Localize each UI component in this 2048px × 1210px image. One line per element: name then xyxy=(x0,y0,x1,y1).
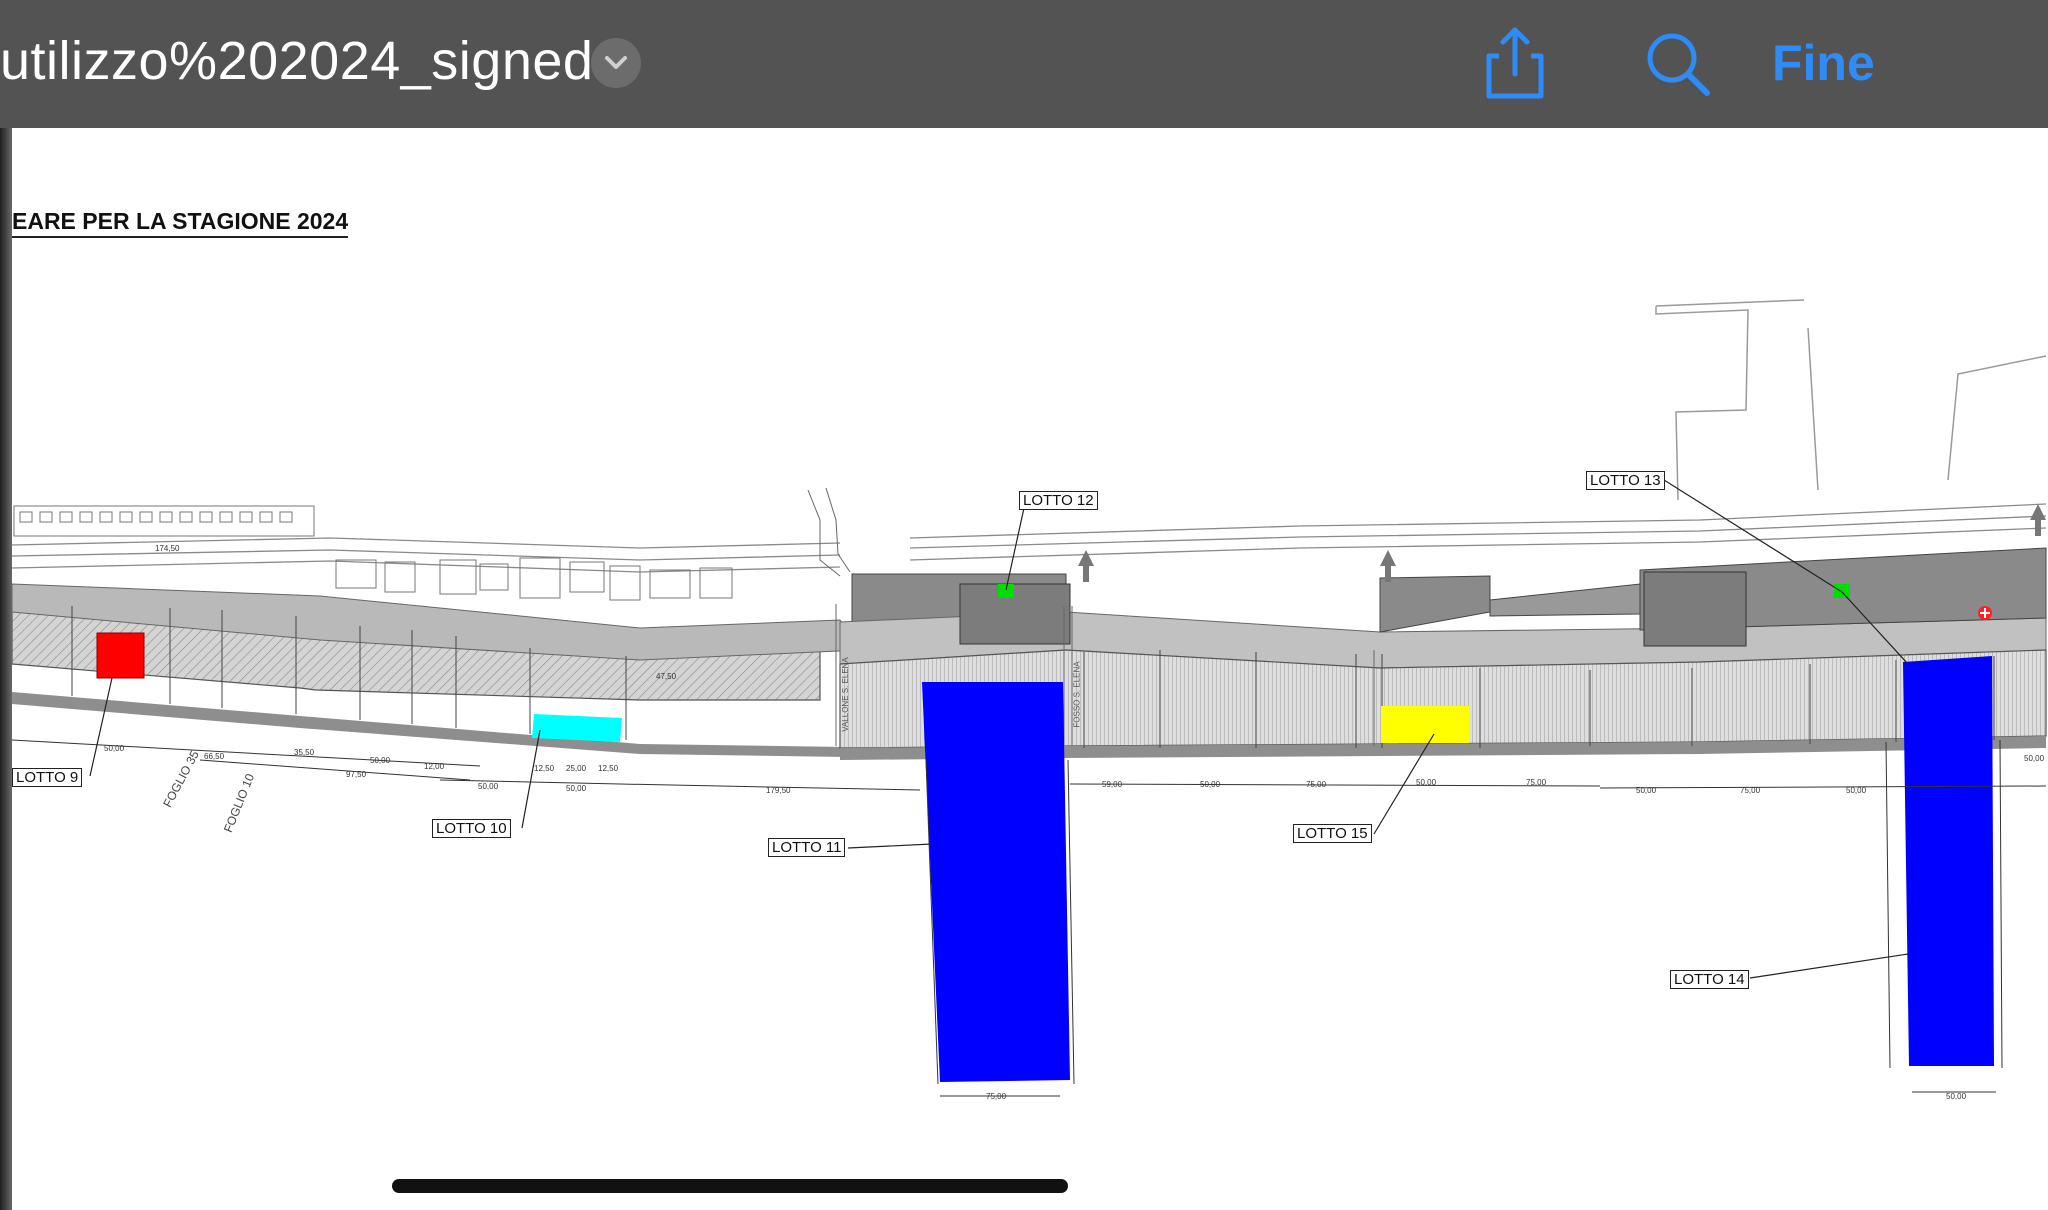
top-toolbar: utilizzo%202024_signed Fine xyxy=(0,0,2048,128)
lot-10-highlight xyxy=(532,714,622,742)
dimension-label: 59,00 xyxy=(1102,780,1123,789)
lot-13-marker xyxy=(1834,584,1850,598)
dark-block-right-1 xyxy=(1379,575,1491,633)
dark-block-right-4 xyxy=(1643,571,1747,647)
houses-top-left xyxy=(13,505,733,601)
dimension-label: 25,00 xyxy=(566,764,587,773)
dark-block-right-2 xyxy=(1489,583,1641,617)
site-plan-drawing xyxy=(12,299,2047,1097)
dark-block-center-2 xyxy=(959,583,1071,645)
title-menu-button[interactable] xyxy=(591,38,641,88)
dimension-label: 47,50 xyxy=(656,672,677,681)
dimension-label: 12,50 xyxy=(598,764,619,773)
page-edge-shadow xyxy=(0,128,12,1210)
dimension-label: 50,00 xyxy=(1200,780,1221,789)
dimension-label: 50,00 xyxy=(566,784,587,793)
lot-label-9: LOTTO 9 xyxy=(12,768,83,787)
lot-12-marker xyxy=(998,584,1014,598)
lot-label-13: LOTTO 13 xyxy=(1586,471,1665,490)
dimension-label: 97,50 xyxy=(346,770,367,779)
lot-label-11: LOTTO 11 xyxy=(768,838,846,857)
dimension-label: 174,50 xyxy=(155,544,180,553)
lot-label-15: LOTTO 15 xyxy=(1293,824,1372,843)
dimension-label: 75,00 xyxy=(1740,786,1761,795)
dimension-label: 50,00 xyxy=(1846,786,1867,795)
lot-14-highlight xyxy=(1903,656,1994,1066)
building-outlines xyxy=(1655,299,2047,501)
dimension-label: 50,00 xyxy=(2024,754,2045,763)
dimension-label: 50,00 xyxy=(104,744,125,753)
share-icon xyxy=(1486,27,1544,99)
dimension-label: 75,00 xyxy=(1306,780,1327,789)
search-button[interactable] xyxy=(1645,31,1711,102)
lot-label-14: LOTTO 14 xyxy=(1670,970,1749,989)
share-button[interactable] xyxy=(1485,26,1545,105)
done-button[interactable]: Fine xyxy=(1772,34,1875,92)
dimension-label: 50,00 xyxy=(370,756,391,765)
shore-band-left xyxy=(12,692,920,758)
home-indicator[interactable] xyxy=(392,1179,1068,1193)
road-lines xyxy=(12,503,2047,573)
dimension-label: 50,00 xyxy=(1636,786,1657,795)
dimension-label: 50,00 xyxy=(1946,1092,1967,1101)
plan-label-fosso: FOSSO S. ELENA xyxy=(1072,661,1082,728)
dimension-label: 12,50 xyxy=(534,764,555,773)
lot-label-12: LOTTO 12 xyxy=(1019,491,1098,510)
dimension-label: 35,50 xyxy=(294,748,315,757)
dimension-label: 50,00 xyxy=(478,782,499,791)
dimension-label: 66,50 xyxy=(204,752,225,761)
plan-label-vallone: VALLONE S. ELENA xyxy=(840,657,850,732)
first-aid-icon xyxy=(1978,606,1992,620)
dimension-label: 75,00 xyxy=(1526,778,1547,787)
dimension-label: 50,00 xyxy=(1416,778,1437,787)
chevron-down-icon xyxy=(605,56,627,69)
dimension-label: 12,00 xyxy=(424,762,445,771)
search-icon xyxy=(1647,33,1710,96)
dimension-label: 179,50 xyxy=(766,786,791,795)
lot-9-highlight xyxy=(96,632,145,679)
dimension-label: 75,00 xyxy=(986,1092,1007,1101)
document-title[interactable]: utilizzo%202024_signed xyxy=(0,30,593,92)
lot-11-highlight xyxy=(922,682,1070,1082)
lot-label-10: LOTTO 10 xyxy=(432,819,511,838)
lot-15-highlight xyxy=(1381,706,1469,743)
